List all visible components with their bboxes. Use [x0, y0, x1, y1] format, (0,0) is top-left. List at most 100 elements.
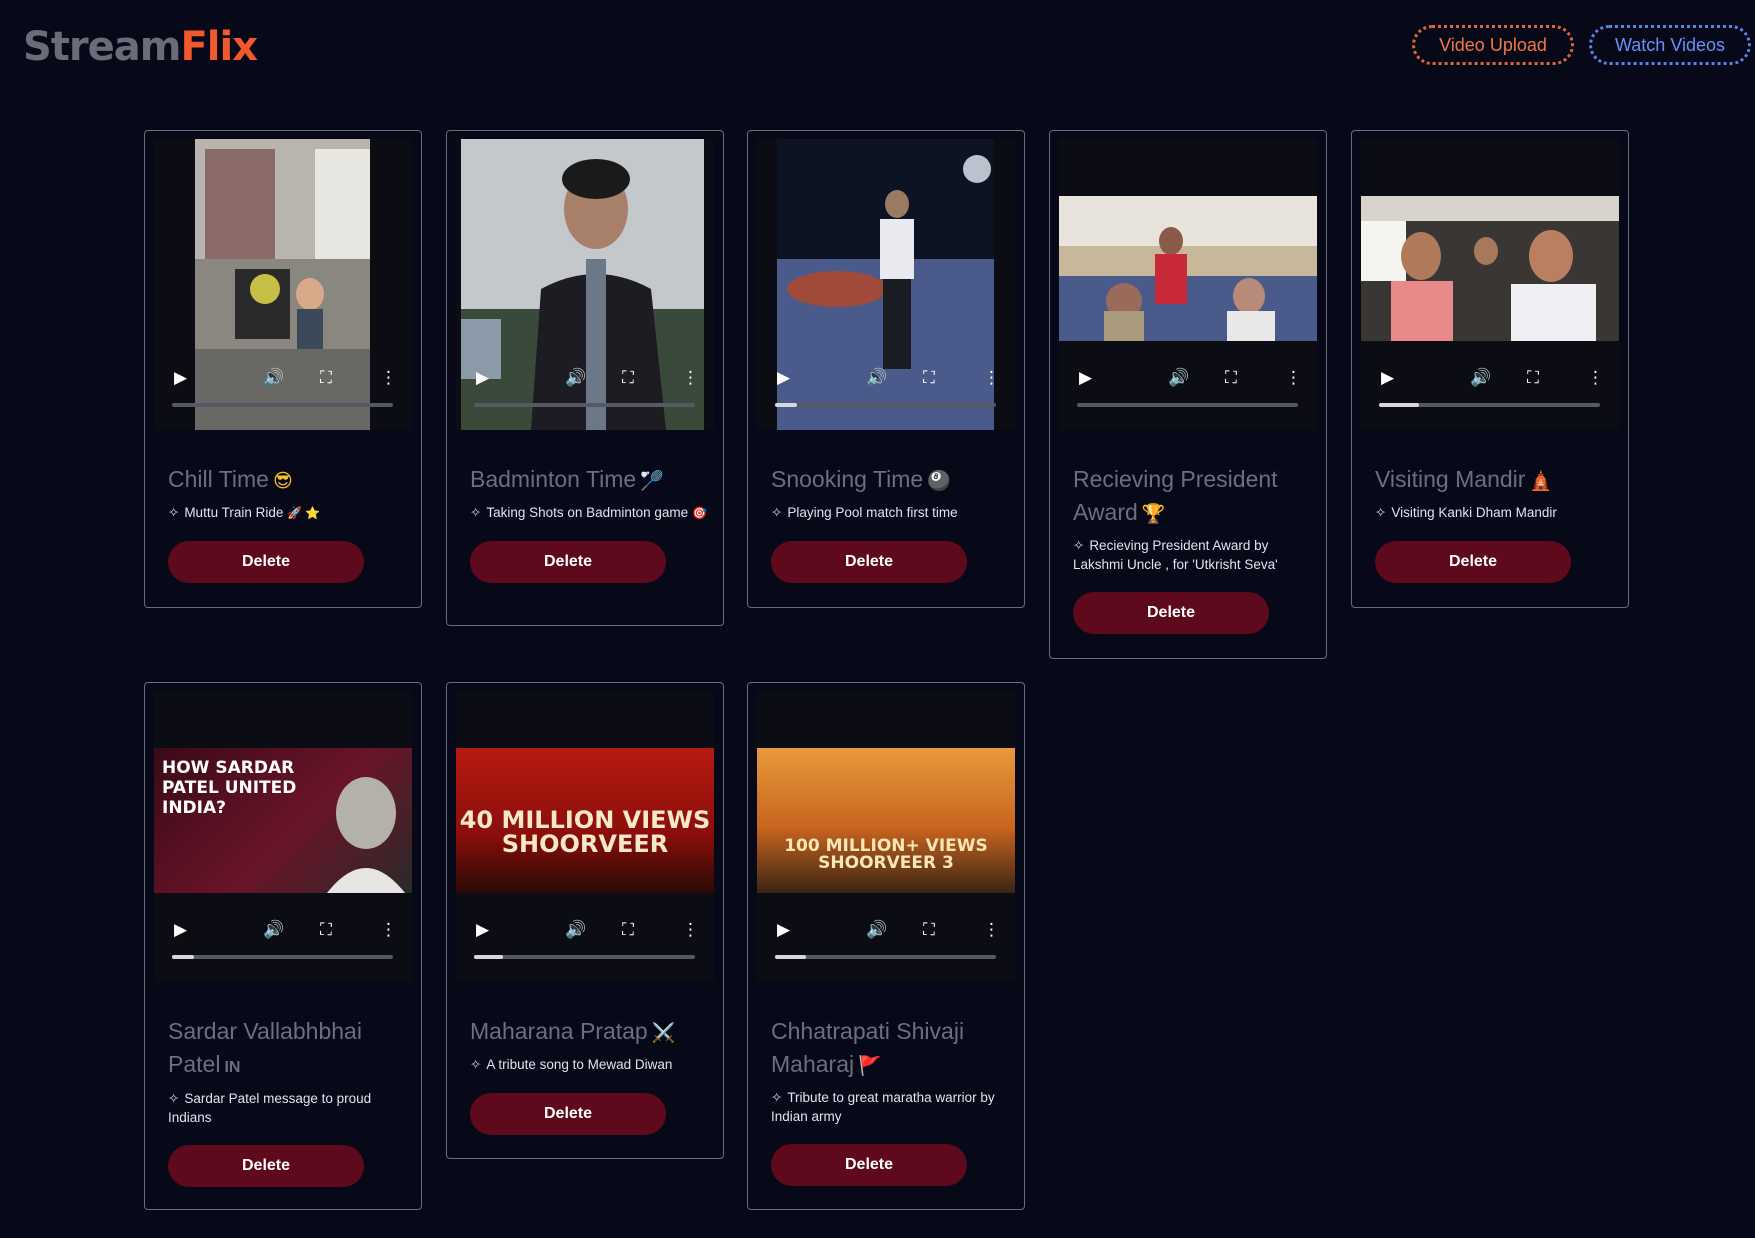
- video-title: Chill Time 😎: [168, 463, 408, 498]
- video-controls: ▶ 🔊 ⛶ ⋮: [154, 915, 412, 945]
- video-thumbnail: 40 MILLION VIEWS SHOORVEER: [456, 748, 714, 893]
- video-progress-bar[interactable]: [172, 955, 393, 959]
- video-controls: ▶ 🔊 ⛶ ⋮: [1059, 363, 1317, 393]
- more-options-icon[interactable]: ⋮: [1587, 368, 1604, 388]
- card-info: Snooking Time 🎱 ✧ Playing Pool match first…: [771, 463, 1011, 583]
- volume-icon[interactable]: 🔊: [1168, 368, 1189, 388]
- video-progress-bar[interactable]: [1379, 403, 1600, 407]
- video-description: ✧ Tribute to great maratha warrior by Ind…: [771, 1089, 1011, 1126]
- video-description-text: A tribute song to Mewad Diwan: [486, 1057, 673, 1072]
- video-description: ✧ Taking Shots on Badminton game 🎯: [470, 504, 710, 523]
- video-card: ▶ 🔊 ⛶ ⋮ Badminton Time 🏸 ✧ Taking Shots on…: [446, 130, 724, 626]
- sparkle-icon: ✧: [771, 505, 783, 520]
- more-options-icon[interactable]: ⋮: [1285, 368, 1302, 388]
- video-upload-button[interactable]: Video Upload: [1412, 25, 1574, 65]
- video-title: Recieving President Award 🏆: [1073, 463, 1313, 531]
- thumbnail-text: 100 MILLION+ VIEWS SHOORVEER 3: [784, 836, 988, 873]
- video-progress-bar[interactable]: [775, 403, 996, 407]
- video-progress-bar[interactable]: [172, 403, 393, 407]
- video-player[interactable]: ▶ 🔊 ⛶ ⋮: [154, 139, 412, 430]
- fullscreen-icon[interactable]: ⛶: [622, 368, 634, 388]
- play-icon[interactable]: ▶: [476, 920, 489, 940]
- video-title: Badminton Time 🏸: [470, 463, 710, 498]
- video-progress-bar[interactable]: [775, 955, 996, 959]
- delete-button[interactable]: Delete: [771, 1144, 967, 1186]
- card-info: Chill Time 😎 ✧ Muttu Train Ride 🚀 ⭐ Delete: [168, 463, 408, 583]
- progress-fill: [1379, 403, 1419, 407]
- delete-button[interactable]: Delete: [771, 540, 967, 583]
- progress-fill: [775, 955, 806, 959]
- volume-icon[interactable]: 🔊: [263, 920, 284, 940]
- delete-button[interactable]: Delete: [168, 540, 364, 583]
- play-icon[interactable]: ▶: [174, 368, 187, 388]
- fullscreen-icon[interactable]: ⛶: [320, 920, 332, 940]
- more-options-icon[interactable]: ⋮: [682, 368, 699, 388]
- video-title-text: Sardar Vallabhbhai Patel: [168, 1018, 362, 1077]
- video-title: Chhatrapati Shivaji Maharaj 🚩: [771, 1015, 1011, 1083]
- fullscreen-icon[interactable]: ⛶: [1527, 368, 1539, 388]
- more-options-icon[interactable]: ⋮: [682, 920, 699, 940]
- title-emoji: 🏆: [1141, 504, 1166, 525]
- volume-icon[interactable]: 🔊: [1470, 368, 1491, 388]
- play-icon[interactable]: ▶: [777, 368, 790, 388]
- delete-button[interactable]: Delete: [470, 1092, 666, 1135]
- sparkle-icon: ✧: [1073, 538, 1085, 553]
- play-icon[interactable]: ▶: [777, 920, 790, 940]
- play-icon[interactable]: ▶: [174, 920, 187, 940]
- video-card: ▶ 🔊 ⛶ ⋮ Recieving President Award 🏆 ✧ Reci…: [1049, 130, 1327, 659]
- volume-icon[interactable]: 🔊: [565, 368, 586, 388]
- video-player[interactable]: ▶ 🔊 ⛶ ⋮: [456, 139, 714, 430]
- video-title-text: Snooking Time: [771, 466, 924, 492]
- card-info: Chhatrapati Shivaji Maharaj 🚩 ✧ Tribute to…: [771, 1015, 1011, 1186]
- delete-button[interactable]: Delete: [1375, 540, 1571, 583]
- play-icon[interactable]: ▶: [476, 368, 489, 388]
- delete-button[interactable]: Delete: [168, 1145, 364, 1187]
- more-options-icon[interactable]: ⋮: [380, 368, 397, 388]
- video-player[interactable]: ▶ 🔊 ⛶ ⋮: [1361, 139, 1619, 430]
- video-progress-bar[interactable]: [1077, 403, 1298, 407]
- video-card: 40 MILLION VIEWS SHOORVEER ▶ 🔊 ⛶ ⋮ Mahar…: [446, 682, 724, 1159]
- description-emoji: 🚀 ⭐: [287, 506, 321, 520]
- video-progress-bar[interactable]: [474, 403, 695, 407]
- volume-icon[interactable]: 🔊: [263, 368, 284, 388]
- sparkle-icon: ✧: [1375, 505, 1387, 520]
- video-player[interactable]: ▶ 🔊 ⛶ ⋮: [1059, 139, 1317, 430]
- video-progress-bar[interactable]: [474, 955, 695, 959]
- video-description: ✧ Playing Pool match first time: [771, 504, 1011, 523]
- video-description-text: Muttu Train Ride: [184, 505, 284, 520]
- volume-icon[interactable]: 🔊: [866, 368, 887, 388]
- video-controls: ▶ 🔊 ⛶ ⋮: [456, 363, 714, 393]
- video-controls: ▶ 🔊 ⛶ ⋮: [757, 363, 1015, 393]
- play-icon[interactable]: ▶: [1079, 368, 1092, 388]
- video-description-text: Playing Pool match first time: [787, 505, 958, 520]
- fullscreen-icon[interactable]: ⛶: [1225, 368, 1237, 388]
- more-options-icon[interactable]: ⋮: [983, 920, 1000, 940]
- video-description: ✧ Recieving President Award by Lakshmi Un…: [1073, 537, 1313, 574]
- volume-icon[interactable]: 🔊: [866, 920, 887, 940]
- fullscreen-icon[interactable]: ⛶: [923, 920, 935, 940]
- delete-button[interactable]: Delete: [1073, 592, 1269, 634]
- watch-videos-button[interactable]: Watch Videos: [1589, 25, 1751, 65]
- volume-icon[interactable]: 🔊: [565, 920, 586, 940]
- video-description: ✧ Muttu Train Ride 🚀 ⭐: [168, 504, 408, 523]
- video-player[interactable]: ▶ 🔊 ⛶ ⋮: [757, 139, 1015, 430]
- more-options-icon[interactable]: ⋮: [380, 920, 397, 940]
- fullscreen-icon[interactable]: ⛶: [923, 368, 935, 388]
- video-player[interactable]: 40 MILLION VIEWS SHOORVEER ▶ 🔊 ⛶ ⋮: [456, 691, 714, 982]
- video-title: Sardar Vallabhbhai Patel IN: [168, 1015, 408, 1084]
- fullscreen-icon[interactable]: ⛶: [320, 368, 332, 388]
- fullscreen-icon[interactable]: ⛶: [622, 920, 634, 940]
- play-icon[interactable]: ▶: [1381, 368, 1394, 388]
- video-description: ✧ Sardar Patel message to proud Indians: [168, 1090, 408, 1127]
- brand-logo[interactable]: StreamFlix: [23, 24, 258, 70]
- video-title-text: Chill Time: [168, 466, 269, 492]
- thumbnail-portrait: [327, 777, 405, 893]
- card-info: Recieving President Award 🏆 ✧ Recieving Pr…: [1073, 463, 1313, 634]
- more-options-icon[interactable]: ⋮: [983, 368, 1000, 388]
- title-emoji: 🏸: [640, 471, 664, 492]
- video-player[interactable]: HOW SARDAR PATEL UNITED INDIA? ▶ 🔊 ⛶ ⋮: [154, 691, 412, 982]
- video-player[interactable]: 100 MILLION+ VIEWS SHOORVEER 3 ▶ 🔊 ⛶ ⋮: [757, 691, 1015, 982]
- video-card: 100 MILLION+ VIEWS SHOORVEER 3 ▶ 🔊 ⛶ ⋮ C…: [747, 682, 1025, 1210]
- progress-fill: [775, 403, 798, 407]
- delete-button[interactable]: Delete: [470, 540, 666, 583]
